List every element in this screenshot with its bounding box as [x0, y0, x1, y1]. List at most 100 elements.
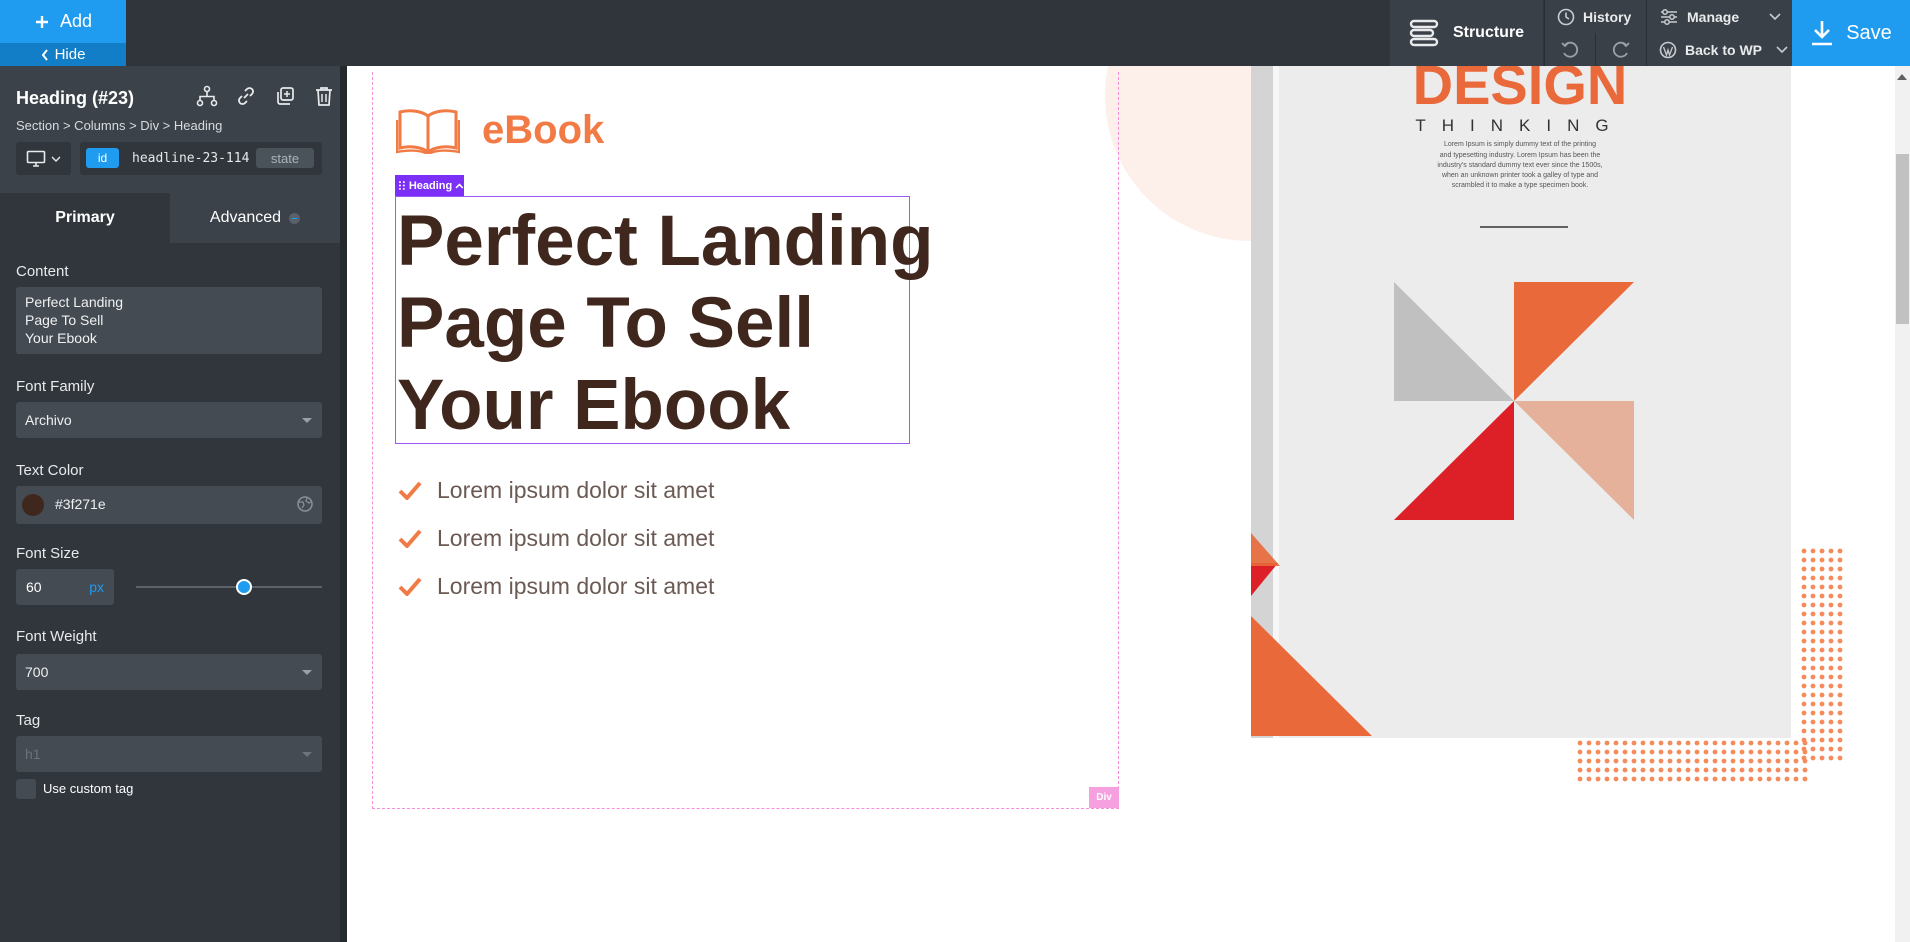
pattern-dot — [1810, 737, 1816, 743]
font-size-slider-thumb[interactable] — [236, 579, 252, 595]
pattern-dot — [1640, 776, 1646, 782]
pattern-dot — [1819, 737, 1825, 743]
pattern-dot — [1828, 620, 1834, 626]
structure-icon — [1409, 19, 1439, 47]
property-tabs: Primary Advanced — [0, 193, 340, 243]
pattern-dot — [1828, 566, 1834, 572]
selector-field[interactable]: id headline-23-114 state — [80, 142, 322, 175]
pattern-dot — [1801, 683, 1807, 689]
pattern-dot — [1828, 557, 1834, 563]
font-weight-label: Font Weight — [16, 628, 97, 645]
tab-advanced[interactable]: Advanced — [170, 193, 340, 243]
pattern-dot — [1577, 758, 1583, 764]
ebook-logo[interactable]: eBook — [396, 106, 604, 154]
tag-select[interactable]: h1 — [16, 736, 322, 772]
custom-tag-checkbox[interactable] — [16, 779, 36, 799]
hide-button-label: Hide — [54, 46, 86, 63]
duplicate-icon[interactable] — [274, 85, 296, 107]
pattern-dot — [1828, 665, 1834, 671]
pattern-dot — [1658, 758, 1664, 764]
list-item[interactable]: Lorem ipsum dolor sit amet — [398, 514, 714, 562]
pattern-dot — [1837, 665, 1843, 671]
pattern-dot — [1694, 767, 1700, 773]
pattern-dot — [1604, 758, 1610, 764]
link-icon[interactable] — [235, 85, 257, 107]
hero-heading[interactable]: Perfect Landing Page To Sell Your Ebook — [397, 201, 937, 447]
pattern-dot — [1577, 749, 1583, 755]
font-family-select[interactable]: Archivo — [16, 402, 322, 438]
selector-text[interactable]: headline-23-114 — [132, 151, 249, 166]
pattern-dot — [1577, 767, 1583, 773]
builder-canvas[interactable]: DESIGN THINKING Lorem Ipsum is simply du… — [340, 66, 1910, 942]
structure-tree-icon[interactable] — [196, 85, 218, 107]
pattern-dot — [1810, 638, 1816, 644]
content-textarea[interactable]: Perfect Landing Page To Sell Your Ebook — [16, 287, 322, 354]
state-button[interactable]: state — [256, 148, 314, 168]
structure-button[interactable]: Structure — [1390, 0, 1543, 66]
pattern-dot — [1810, 710, 1816, 716]
heading-line: Perfect Landing — [397, 202, 934, 281]
breadcrumb[interactable]: Section > Columns > Div > Heading — [16, 118, 222, 133]
pattern-dot — [1712, 758, 1718, 764]
pattern-dot — [1586, 767, 1592, 773]
pattern-dot — [1604, 767, 1610, 773]
heading-label-tag[interactable]: Heading — [395, 175, 464, 196]
pattern-dot — [1810, 746, 1816, 752]
pattern-dot — [1810, 557, 1816, 563]
pattern-dot — [1828, 629, 1834, 635]
pattern-dot — [1622, 758, 1628, 764]
text-color-field[interactable]: #3f271e — [16, 486, 322, 524]
global-colors-icon[interactable] — [296, 495, 314, 513]
pattern-dot — [1721, 740, 1727, 746]
list-item[interactable]: Lorem ipsum dolor sit amet — [398, 466, 714, 514]
history-button[interactable]: History — [1544, 0, 1646, 33]
pattern-dot — [1730, 749, 1736, 755]
pattern-dot — [1819, 755, 1825, 761]
pattern-dot — [1613, 740, 1619, 746]
font-size-slider[interactable] — [136, 586, 322, 588]
pattern-dot — [1775, 767, 1781, 773]
pattern-dot — [1828, 755, 1834, 761]
pattern-dot — [1828, 575, 1834, 581]
id-badge[interactable]: id — [86, 148, 119, 168]
pattern-dot — [1801, 674, 1807, 680]
font-size-input[interactable]: 60 px — [16, 569, 114, 605]
font-size-label: Font Size — [16, 545, 80, 562]
pattern-dot — [1766, 740, 1772, 746]
pattern-dot — [1622, 767, 1628, 773]
scrollbar-thumb[interactable] — [1896, 154, 1909, 324]
pattern-dot — [1837, 656, 1843, 662]
check-icon — [398, 481, 422, 500]
pattern-dot — [1810, 629, 1816, 635]
device-selector[interactable] — [16, 142, 71, 175]
back-to-wp-menu[interactable]: Back to WP — [1646, 33, 1792, 66]
tab-primary[interactable]: Primary — [0, 193, 170, 243]
pattern-dot — [1667, 740, 1673, 746]
pattern-dot — [1748, 776, 1754, 782]
font-family-value: Archivo — [25, 412, 72, 428]
color-swatch[interactable] — [22, 494, 44, 516]
pattern-dot — [1828, 611, 1834, 617]
save-button[interactable]: Save — [1792, 0, 1910, 66]
manage-menu[interactable]: Manage — [1646, 0, 1792, 33]
font-weight-select[interactable]: 700 — [16, 654, 322, 690]
pattern-dot — [1784, 767, 1790, 773]
pattern-dot — [1819, 548, 1825, 554]
redo-button[interactable] — [1595, 33, 1646, 66]
pattern-dot — [1685, 740, 1691, 746]
hide-sidebar-button[interactable]: Hide — [0, 43, 126, 66]
pattern-dot — [1784, 776, 1790, 782]
pattern-dot — [1801, 701, 1807, 707]
font-size-unit[interactable]: px — [89, 579, 104, 595]
add-button[interactable]: Add — [0, 0, 126, 43]
div-label-tag[interactable]: Div — [1089, 787, 1119, 808]
scroll-up-arrow-icon[interactable] — [1897, 74, 1907, 80]
div-tag-text: Div — [1096, 792, 1112, 803]
pattern-dot — [1775, 740, 1781, 746]
pattern-dot — [1837, 593, 1843, 599]
list-item[interactable]: Lorem ipsum dolor sit amet — [398, 562, 714, 610]
undo-button[interactable] — [1544, 33, 1595, 66]
trash-icon[interactable] — [313, 85, 335, 107]
add-button-label: Add — [59, 11, 93, 31]
clock-icon — [1557, 8, 1575, 25]
